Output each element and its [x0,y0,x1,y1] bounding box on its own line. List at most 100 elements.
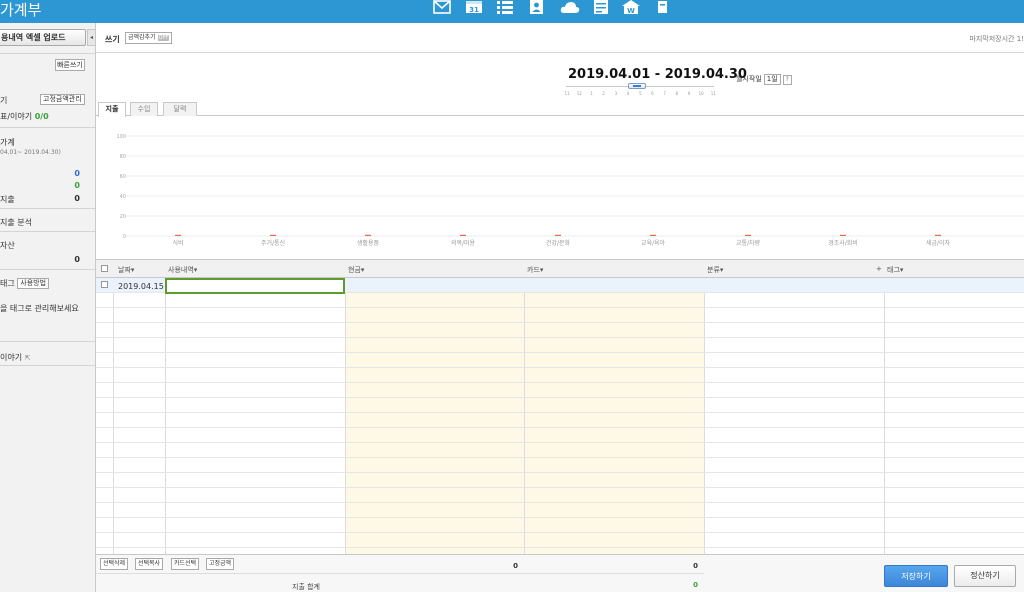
table-row[interactable] [96,443,1024,458]
month-tick[interactable]: 8 [671,91,683,96]
table-row[interactable] [96,293,1024,308]
hide-amount-label: 금액감추기 [128,34,156,41]
fixed-amount-footer-button[interactable]: 고정금액 [206,558,235,570]
fixed-amount-button[interactable]: 고정금액관리 [40,94,85,105]
header-category[interactable]: 분류▾ [707,265,723,275]
header-tag[interactable]: 태그▾ [887,265,903,275]
household-w-icon[interactable]: W [621,0,641,14]
story-label[interactable]: 이야기 [0,353,22,362]
chart-bar[interactable] [935,234,941,236]
cloud-icon[interactable] [560,0,580,14]
table-row[interactable] [96,323,1024,338]
memo-icon[interactable] [592,0,610,14]
asset-value: 0 [74,255,80,264]
month-tick[interactable]: 11 [561,91,573,96]
period-value[interactable]: 1일 [763,74,781,85]
table-row[interactable] [96,413,1024,428]
tab-calendar[interactable]: 달력 [163,102,197,116]
row-date[interactable]: 2019.04.15 [118,282,164,291]
description-input[interactable] [165,278,345,294]
header-description[interactable]: 사용내역▾ [168,265,197,275]
month-tick[interactable]: 5 [634,91,646,96]
left-panel: 용내역 엑셀 업로드 ◂ 빠른쓰기 기 고정금액관리 표/이야기 0/0 가계 … [0,23,96,592]
table-row[interactable] [96,503,1024,518]
budget-link[interactable]: 표/이야기 0/0 [0,111,49,122]
period-label[interactable]: 월시작일 [736,75,762,83]
chart-bar[interactable] [175,234,181,236]
month-slider-handle[interactable] [628,83,646,89]
bookmark-icon[interactable] [655,0,669,14]
table-row[interactable] [96,428,1024,443]
row-checkbox[interactable] [101,281,108,288]
tag-howto-button[interactable]: 사용방법 [17,278,50,289]
header-card[interactable]: 카드▾ [527,265,543,275]
table-row[interactable] [96,338,1024,353]
app-title[interactable]: 가계부 [0,0,41,23]
select-card-button[interactable]: 카드선택 [171,558,200,570]
svg-text:W: W [627,7,635,14]
tab-income[interactable]: 수입 [130,102,158,116]
contacts-icon[interactable] [528,0,546,14]
chart-bar[interactable] [365,234,371,236]
table-row[interactable]: 2019.04.15 [96,278,1024,294]
month-tick[interactable]: 7 [659,91,671,96]
date-start[interactable]: 2019.04.01 [568,67,650,82]
delete-selected-button[interactable]: 선택삭제 [100,558,129,570]
asset-label[interactable]: 자산 [0,240,15,251]
divider [0,269,95,270]
settle-button[interactable]: 정산하기 [954,565,1016,587]
hide-amount-button[interactable]: 금액감추기 OFF [125,32,173,44]
save-button[interactable]: 저장하기 [884,565,948,587]
table-row[interactable] [96,488,1024,503]
fixed-amount-button-label[interactable]: 고정금액관리 [40,94,85,105]
month-tick[interactable]: 3 [610,91,622,96]
entry-grid: 날짜▾ 사용내역▾ 현금▾ 카드▾ 분류▾ + 태그▾ 2019.04.15 [96,259,1024,555]
table-row[interactable] [96,473,1024,488]
month-tick[interactable]: 11 [707,91,719,96]
chart-bar[interactable] [270,234,276,236]
collapse-panel-icon[interactable]: ◂ [87,29,96,46]
month-tick[interactable]: 1 [585,91,597,96]
story-link[interactable]: 이야기 ⇱ [0,352,31,363]
hide-amount-toggle[interactable]: OFF [157,35,170,41]
add-category-button[interactable]: + [876,265,882,273]
month-tick[interactable]: 12 [573,91,585,96]
calendar-icon[interactable]: 31 [465,0,483,14]
chart-bar[interactable] [650,234,656,236]
excel-upload-button[interactable]: 용내역 엑셀 업로드 [0,29,86,46]
chart-bar[interactable] [745,234,751,236]
expense-label[interactable]: 지출 [0,194,15,205]
expense-analysis-link[interactable]: 지출 분석 [0,217,32,228]
table-row[interactable] [96,458,1024,473]
date-end[interactable]: 2019.04.30 [665,67,747,82]
budget-count: 0/0 [34,112,49,121]
external-link-icon: ⇱ [24,354,31,362]
table-row[interactable] [96,383,1024,398]
help-icon[interactable]: ? [782,75,792,85]
tab-expense[interactable]: 지출 [98,102,126,117]
table-row[interactable] [96,398,1024,413]
mail-icon[interactable] [433,0,451,14]
select-all-checkbox[interactable] [101,265,108,272]
table-row[interactable] [96,533,1024,548]
month-tick[interactable]: 6 [646,91,658,96]
chart-bar[interactable] [460,234,466,236]
month-tick[interactable]: 9 [683,91,695,96]
divider [0,365,95,366]
month-slider[interactable]: 11 12 1 2 3 4 5 6 7 8 9 10 11 [565,83,719,98]
quick-write-button[interactable]: 빠른쓰기 [55,59,85,71]
list-icon[interactable] [496,0,514,14]
tag-description: 을 태그로 관리해보세요 [0,304,79,313]
header-cash[interactable]: 현금▾ [348,265,364,275]
month-tick[interactable]: 2 [598,91,610,96]
table-row[interactable] [96,368,1024,383]
header-date[interactable]: 날짜▾ [118,265,134,275]
chart-bar[interactable] [840,234,846,236]
month-tick[interactable]: 4 [622,91,634,96]
copy-selected-button[interactable]: 선택복사 [135,558,164,570]
month-tick[interactable]: 10 [695,91,707,96]
table-row[interactable] [96,353,1024,368]
table-row[interactable] [96,518,1024,533]
chart-bar[interactable] [555,234,561,236]
table-row[interactable] [96,308,1024,323]
